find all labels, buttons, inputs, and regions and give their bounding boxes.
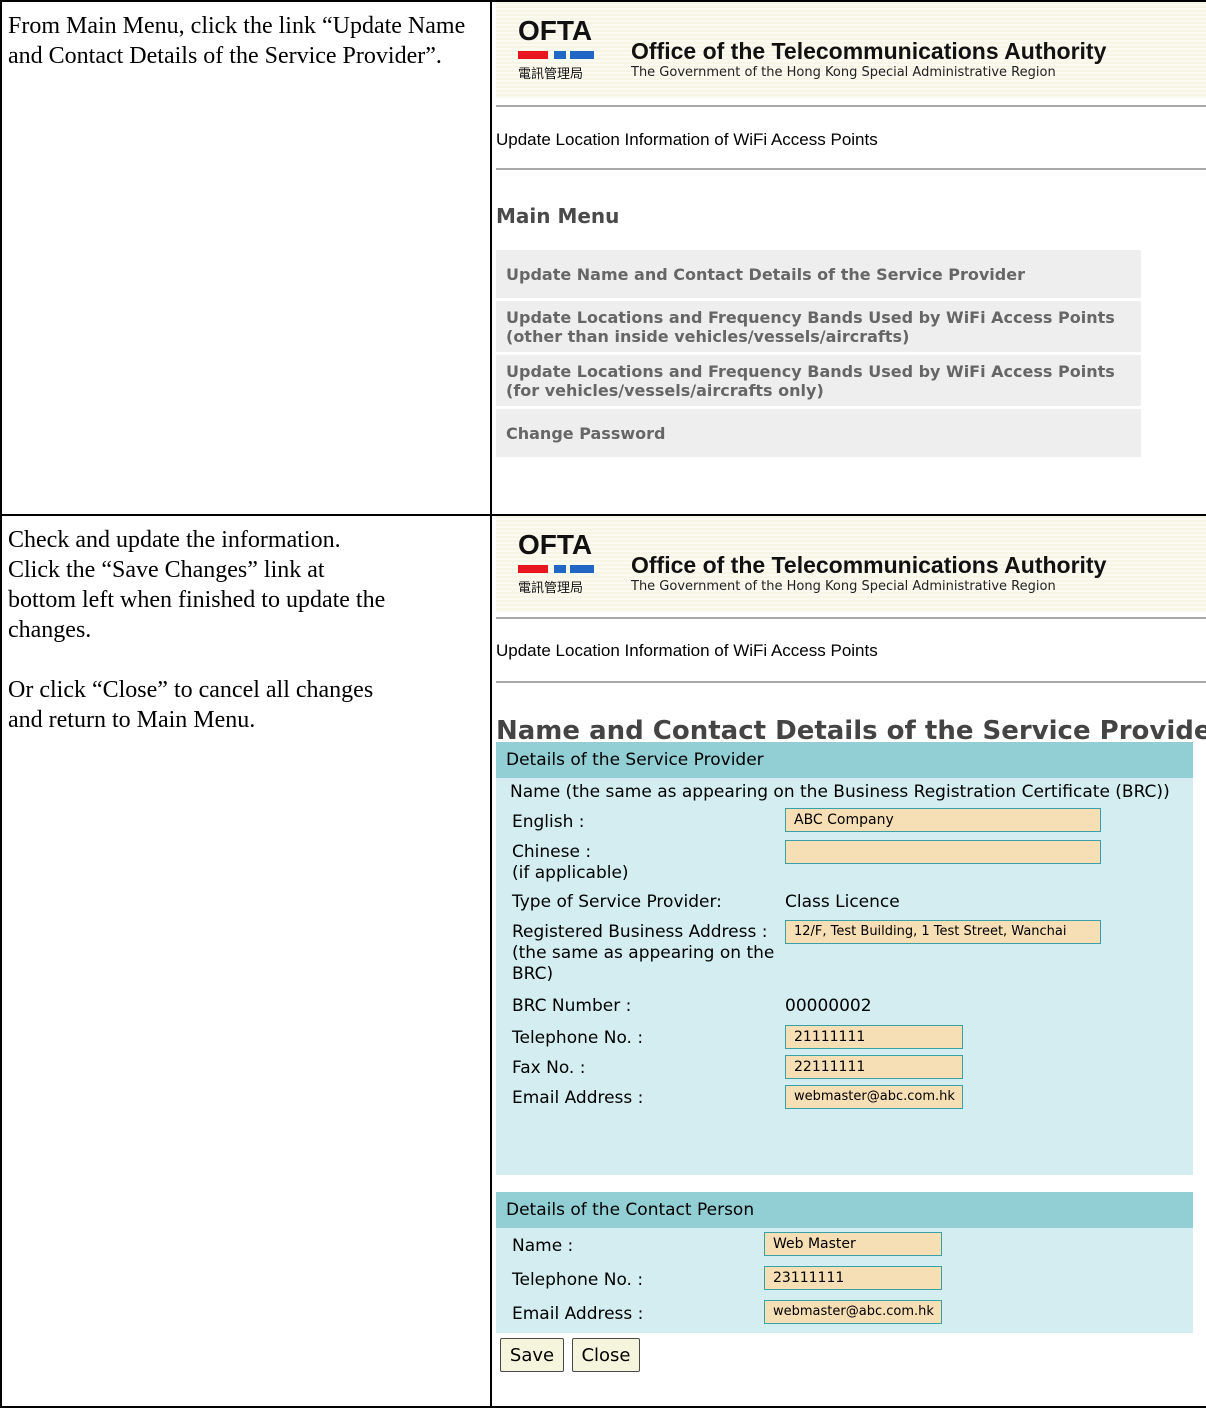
instruction-document: From Main Menu, click the link “Update N… [0,0,1206,1408]
menu-item-label-line: (for vehicles/vessels/aircrafts only) [506,380,824,400]
service-provider-section: Details of the Service Provider Name (th… [496,742,1193,1175]
section-header: Details of the Contact Person [496,1192,1193,1228]
name-note-row: Name (the same as appearing on the Busin… [496,778,1193,806]
telephone-row: Telephone No. : 21111111 [496,1022,1193,1052]
menu-item-update-contact-details[interactable]: Update Name and Contact Details of the S… [496,250,1141,301]
app-title: Update Location Information of WiFi Acce… [496,130,878,149]
menu-item-label: Update Locations and Frequency Bands Use… [506,308,1115,346]
menu-heading: Main Menu [496,204,620,228]
business-address-row: Registered Business Address : (the same … [496,918,1193,992]
brc-number-label: BRC Number : [512,996,632,1016]
step-1-screenshot: OFTA 電訊管理局 Office of the Telecommunicati… [496,2,1206,514]
menu-item-label-line: Update Locations and Frequency Bands Use… [506,307,1115,327]
telephone-input[interactable]: 21111111 [785,1025,963,1049]
menu-item-label-line: Update Locations and Frequency Bands Use… [506,361,1115,381]
contact-name-label: Name : [512,1236,574,1256]
contact-person-section: Details of the Contact Person Name : Web… [496,1192,1193,1333]
logo-blue-bar [570,565,594,573]
step-2-screenshot: OFTA 電訊管理局 Office of the Telecommunicati… [496,516,1206,1406]
close-button[interactable]: Close [572,1338,640,1372]
chinese-name-input[interactable] [785,840,1101,864]
english-name-row: English : ABC Company [496,806,1193,838]
divider [496,105,1206,107]
business-address-note: (the same as appearing on the [512,943,775,963]
name-note: Name (the same as appearing on the Busin… [510,782,1170,802]
divider [496,168,1206,170]
menu-item-label: Change Password [506,423,666,443]
contact-name-row: Name : Web Master [496,1228,1193,1262]
menu-item-label: Update Locations and Frequency Bands Use… [506,362,1115,400]
banner-subtitle: The Government of the Hong Kong Special … [631,579,1056,594]
table-border-left [0,0,2,1408]
menu-item-update-wifi-locations[interactable]: Update Locations and Frequency Bands Use… [496,301,1141,355]
chinese-name-row: Chinese : (if applicable) [496,838,1193,888]
ofta-banner: OFTA 電訊管理局 Office of the Telecommunicati… [496,2,1206,98]
contact-email-label: Email Address : [512,1304,644,1324]
business-address-note: BRC) [512,964,554,984]
business-address-label: Registered Business Address : [512,922,768,942]
email-label: Email Address : [512,1088,644,1108]
logo-red-bar [518,565,548,573]
fax-row: Fax No. : 22111111 [496,1052,1193,1082]
contact-email-row: Email Address : webmaster@abc.com.hk [496,1296,1193,1330]
step-2-instruction-line: changes. [8,617,92,643]
step-2-instruction-spacer [8,645,483,675]
step-2-instruction-line: bottom left when finished to update the [8,587,386,613]
table-column-divider [490,0,492,1408]
main-menu: Update Name and Contact Details of the S… [496,250,1141,460]
ofta-logo-text: OFTA [518,15,593,46]
logo-blue-bar [570,51,594,59]
save-button[interactable]: Save [500,1338,564,1372]
provider-type-row: Type of Service Provider: Class Licence [496,888,1193,918]
contact-telephone-row: Telephone No. : 23111111 [496,1262,1193,1296]
email-row: Email Address : webmaster@abc.com.hk [496,1082,1193,1118]
ofta-banner: OFTA 電訊管理局 Office of the Telecommunicati… [496,516,1206,612]
ofta-logo: OFTA 電訊管理局 [518,17,600,87]
step-2-instruction-line: and return to Main Menu. [8,707,256,733]
chinese-name-note: (if applicable) [512,863,629,883]
fax-label: Fax No. : [512,1058,586,1078]
menu-item-label-line: (other than inside vehicles/vessels/airc… [506,326,910,346]
menu-item-update-wifi-vehicles[interactable]: Update Locations and Frequency Bands Use… [496,355,1141,409]
brc-number-value: 00000002 [785,996,872,1016]
business-address-input[interactable]: 12/F, Test Building, 1 Test Street, Wanc… [785,920,1101,944]
english-name-label: English : [512,812,585,832]
brc-number-row: BRC Number : 00000002 [496,992,1193,1022]
step-2-instruction-line: Click the “Save Changes” link at [8,557,325,583]
contact-email-input[interactable]: webmaster@abc.com.hk [764,1300,942,1324]
divider [496,617,1206,619]
logo-red-bar [518,51,548,59]
email-input[interactable]: webmaster@abc.com.hk [785,1085,963,1109]
banner-title: Office of the Telecommunications Authori… [631,552,1107,578]
provider-type-value: Class Licence [785,892,900,912]
provider-type-label: Type of Service Provider: [512,892,722,912]
ofta-logo-chinese: 電訊管理局 [518,67,584,82]
contact-telephone-label: Telephone No. : [512,1270,644,1290]
step-2-instruction-line: Or click “Close” to cancel all changes [8,677,374,703]
banner-subtitle: The Government of the Hong Kong Special … [631,65,1056,80]
english-name-input[interactable]: ABC Company [785,808,1101,832]
app-title: Update Location Information of WiFi Acce… [496,641,878,660]
ofta-logo: OFTA 電訊管理局 [518,531,600,601]
chinese-name-label: Chinese : [512,842,592,862]
ofta-logo-text: OFTA [518,529,593,560]
logo-blue-bar [554,565,566,573]
contact-telephone-input[interactable]: 23111111 [764,1266,942,1290]
fax-input[interactable]: 22111111 [785,1055,963,1079]
ofta-logo-chinese: 電訊管理局 [518,581,584,596]
menu-item-label: Update Name and Contact Details of the S… [506,264,1025,284]
telephone-label: Telephone No. : [512,1028,644,1048]
logo-blue-bar [554,51,566,59]
step-2-instruction-line: Check and update the information. [8,527,341,553]
menu-item-change-password[interactable]: Change Password [496,409,1141,460]
divider [496,681,1206,683]
section-header: Details of the Service Provider [496,742,1193,778]
step-1-instruction: From Main Menu, click the link “Update N… [8,11,478,71]
step-1-instruction-text: From Main Menu, click the link “Update N… [8,13,466,69]
banner-title: Office of the Telecommunications Authori… [631,38,1107,64]
step-2-instruction: Check and update the information. Click … [8,525,483,735]
contact-name-input[interactable]: Web Master [764,1232,942,1256]
